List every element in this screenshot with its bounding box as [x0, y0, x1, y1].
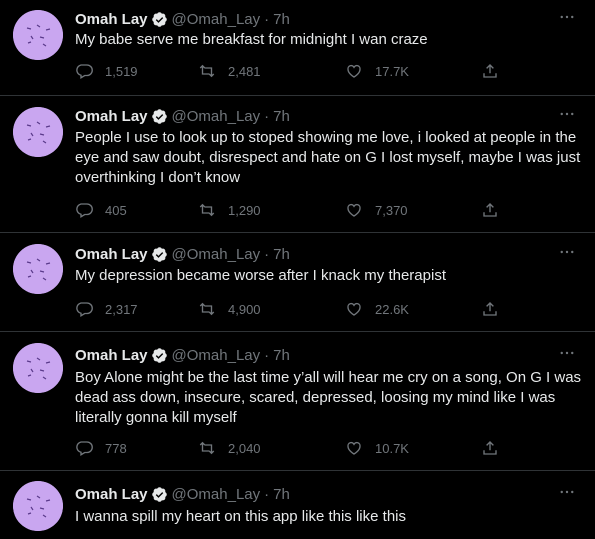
- share-button[interactable]: [481, 200, 499, 220]
- timestamp[interactable]: 7h: [273, 11, 290, 28]
- avatar[interactable]: [13, 10, 63, 60]
- tweet[interactable]: Omah Lay @Omah_Lay · 7h I wanna spill my…: [0, 471, 595, 539]
- more-icon[interactable]: [557, 482, 577, 502]
- tweet-header: Omah Lay @Omah_Lay · 7h: [75, 9, 290, 29]
- handle[interactable]: @Omah_Lay: [172, 246, 261, 263]
- retweet-icon: [199, 203, 215, 217]
- avatar[interactable]: [13, 244, 63, 294]
- retweet-count: 2,481: [228, 63, 261, 79]
- reply-button[interactable]: 1,519: [75, 61, 138, 81]
- display-name[interactable]: Omah Lay: [75, 486, 148, 503]
- timestamp[interactable]: 7h: [273, 347, 290, 364]
- reply-count: 1,519: [105, 63, 138, 79]
- separator: ·: [264, 10, 270, 28]
- heart-icon: [347, 64, 361, 78]
- tweet[interactable]: Omah Lay @Omah_Lay · 7h Boy Alone might …: [0, 332, 595, 471]
- display-name[interactable]: Omah Lay: [75, 246, 148, 263]
- share-button[interactable]: [481, 299, 499, 319]
- reply-button[interactable]: 405: [75, 200, 127, 220]
- share-icon: [483, 302, 497, 316]
- handle[interactable]: @Omah_Lay: [172, 11, 261, 28]
- retweet-button[interactable]: 4,900: [198, 299, 261, 319]
- reply-icon: [76, 203, 93, 218]
- more-icon[interactable]: [557, 104, 577, 124]
- retweet-button[interactable]: 2,040: [198, 438, 261, 458]
- tweet-actions: 2,317 4,900 22.6K: [75, 299, 575, 319]
- reply-count: 405: [105, 202, 127, 218]
- separator: ·: [264, 245, 270, 263]
- tweet-actions: 778 2,040 10.7K: [75, 438, 575, 458]
- retweet-icon: [199, 302, 215, 316]
- separator: ·: [264, 107, 270, 125]
- retweet-button[interactable]: 1,290: [198, 200, 261, 220]
- tweet-header: Omah Lay @Omah_Lay · 7h: [75, 484, 290, 504]
- heart-icon: [347, 302, 361, 316]
- separator: ·: [264, 485, 270, 503]
- reply-count: 2,317: [105, 301, 138, 317]
- verified-icon: [151, 246, 167, 262]
- like-button[interactable]: 10.7K: [345, 438, 409, 458]
- like-button[interactable]: 17.7K: [345, 61, 409, 81]
- timestamp[interactable]: 7h: [273, 486, 290, 503]
- reply-icon: [76, 302, 93, 317]
- tweet-text: People I use to look up to stoped showin…: [75, 129, 581, 186]
- retweet-icon: [199, 64, 215, 78]
- share-icon: [483, 441, 497, 455]
- more-icon[interactable]: [557, 7, 577, 27]
- retweet-count: 2,040: [228, 440, 261, 456]
- tweet-header: Omah Lay @Omah_Lay · 7h: [75, 345, 290, 365]
- tweet-header: Omah Lay @Omah_Lay · 7h: [75, 106, 290, 126]
- verified-icon: [151, 486, 167, 502]
- tweet-text: My babe serve me breakfast for midnight …: [75, 31, 428, 48]
- handle[interactable]: @Omah_Lay: [172, 486, 261, 503]
- reply-icon: [76, 64, 93, 79]
- like-count: 17.7K: [375, 63, 409, 79]
- heart-icon: [347, 203, 361, 217]
- tweet-actions: 405 1,290 7,370: [75, 200, 575, 220]
- timestamp[interactable]: 7h: [273, 246, 290, 263]
- verified-icon: [151, 347, 167, 363]
- share-icon: [483, 203, 497, 217]
- handle[interactable]: @Omah_Lay: [172, 347, 261, 364]
- like-count: 7,370: [375, 202, 408, 218]
- display-name[interactable]: Omah Lay: [75, 11, 148, 28]
- avatar[interactable]: [13, 481, 63, 531]
- tweet[interactable]: Omah Lay @Omah_Lay · 7h My depression be…: [0, 233, 595, 332]
- retweet-icon: [199, 441, 215, 455]
- share-button[interactable]: [481, 61, 499, 81]
- tweet[interactable]: Omah Lay @Omah_Lay · 7h People I use to …: [0, 96, 595, 233]
- heart-icon: [347, 441, 361, 455]
- tweet-actions: 1,519 2,481 17.7K: [75, 61, 575, 81]
- handle[interactable]: @Omah_Lay: [172, 108, 261, 125]
- reply-button[interactable]: 778: [75, 438, 127, 458]
- tweet[interactable]: Omah Lay @Omah_Lay · 7h My babe serve me…: [0, 0, 595, 96]
- tweet-text: Boy Alone might be the last time y’all w…: [75, 369, 582, 426]
- verified-icon: [151, 11, 167, 27]
- share-icon: [483, 64, 497, 78]
- tweet-text: My depression became worse after I knack…: [75, 267, 446, 284]
- more-icon[interactable]: [557, 343, 577, 363]
- avatar[interactable]: [13, 107, 63, 157]
- like-count: 10.7K: [375, 440, 409, 456]
- like-button[interactable]: 7,370: [345, 200, 408, 220]
- tweet-header: Omah Lay @Omah_Lay · 7h: [75, 244, 290, 264]
- more-icon[interactable]: [557, 242, 577, 262]
- reply-icon: [76, 441, 93, 456]
- separator: ·: [264, 346, 270, 364]
- verified-icon: [151, 108, 167, 124]
- reply-count: 778: [105, 440, 127, 456]
- share-button[interactable]: [481, 438, 499, 458]
- tweet-text: I wanna spill my heart on this app like …: [75, 508, 406, 525]
- timestamp[interactable]: 7h: [273, 108, 290, 125]
- avatar[interactable]: [13, 343, 63, 393]
- display-name[interactable]: Omah Lay: [75, 108, 148, 125]
- like-button[interactable]: 22.6K: [345, 299, 409, 319]
- reply-button[interactable]: 2,317: [75, 299, 138, 319]
- like-count: 22.6K: [375, 301, 409, 317]
- retweet-button[interactable]: 2,481: [198, 61, 261, 81]
- display-name[interactable]: Omah Lay: [75, 347, 148, 364]
- retweet-count: 1,290: [228, 202, 261, 218]
- retweet-count: 4,900: [228, 301, 261, 317]
